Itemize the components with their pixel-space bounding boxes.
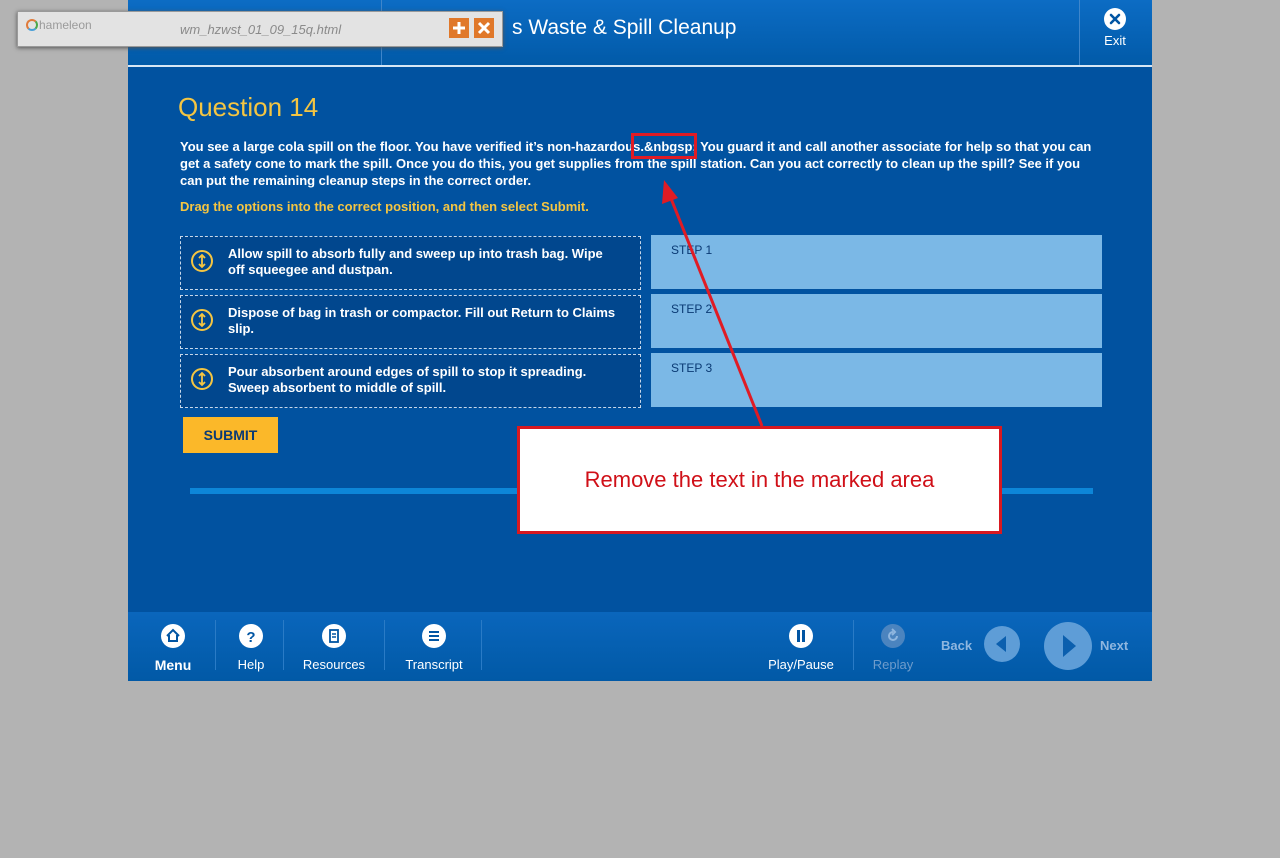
annotation-callout: Remove the text in the marked area [517, 426, 1002, 534]
callout-text: Remove the text in the marked area [584, 467, 935, 492]
